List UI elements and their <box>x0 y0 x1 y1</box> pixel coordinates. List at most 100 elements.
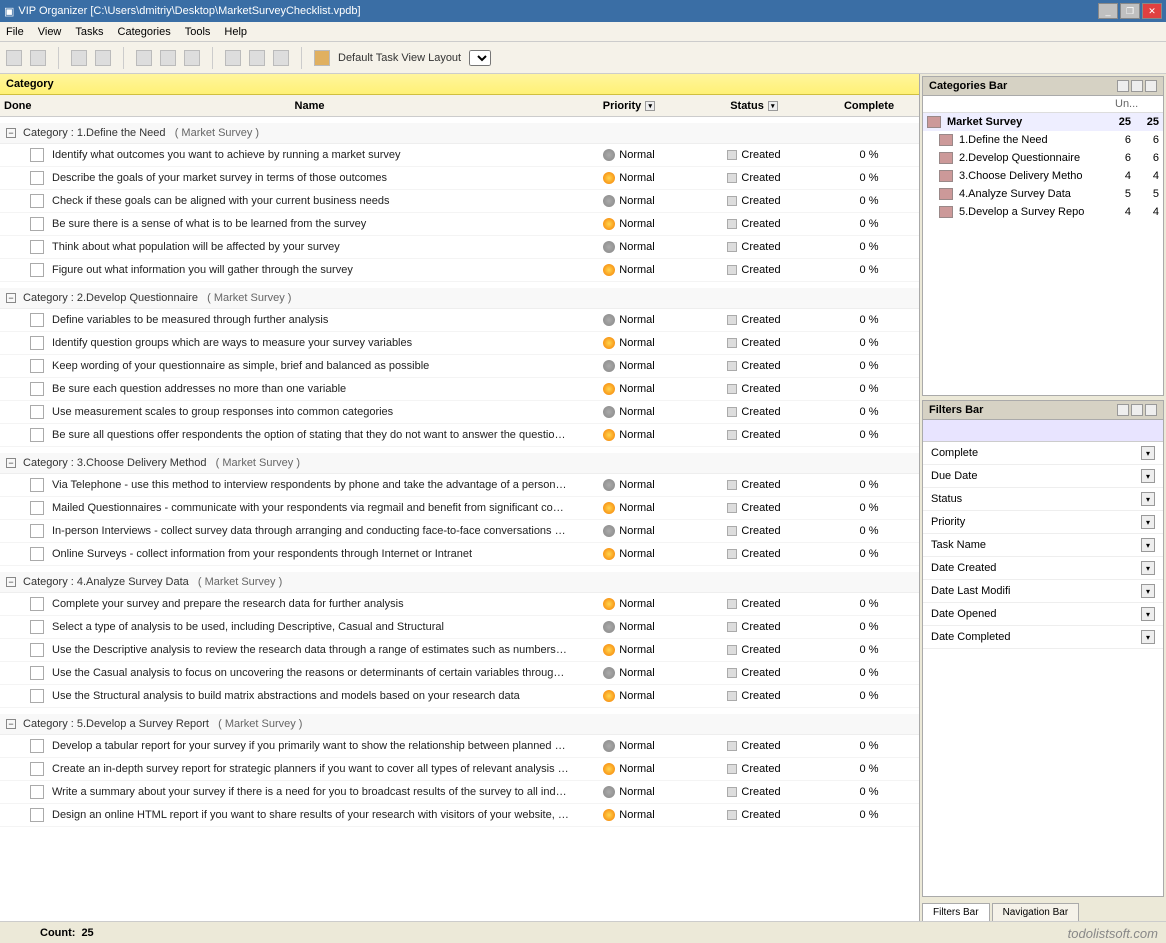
task-row[interactable]: Be sure all questions offer respondents … <box>0 424 919 447</box>
dropdown-icon[interactable]: ▾ <box>1141 469 1155 483</box>
dropdown-icon[interactable]: ▾ <box>1141 492 1155 506</box>
toolbar-icon[interactable] <box>160 50 176 66</box>
checkbox[interactable] <box>30 148 44 162</box>
task-row[interactable]: Via Telephone - use this method to inter… <box>0 474 919 497</box>
task-row[interactable]: Check if these goals can be aligned with… <box>0 190 919 213</box>
checkbox[interactable] <box>30 382 44 396</box>
toolbar-icon[interactable] <box>184 50 200 66</box>
panel-icon[interactable] <box>1131 80 1143 92</box>
filter-field[interactable]: Date Last Modifi▾ <box>923 580 1163 603</box>
checkbox[interactable] <box>30 336 44 350</box>
filter-icon[interactable]: ▾ <box>768 101 778 111</box>
task-row[interactable]: Create an in-depth survey report for str… <box>0 758 919 781</box>
filter-field[interactable]: Date Completed▾ <box>923 626 1163 649</box>
checkbox[interactable] <box>30 240 44 254</box>
group-header[interactable]: − Category : 1.Define the Need ( Market … <box>0 123 919 144</box>
layout-icon[interactable] <box>314 50 330 66</box>
filter-btn[interactable] <box>961 425 973 437</box>
menu-help[interactable]: Help <box>224 26 247 38</box>
filter-field[interactable]: Priority▾ <box>923 511 1163 534</box>
panel-icon[interactable] <box>1145 404 1157 416</box>
category-item[interactable]: 3.Choose Delivery Metho44 <box>923 167 1163 185</box>
task-row[interactable]: Use the Descriptive analysis to review t… <box>0 639 919 662</box>
toolbar-icon[interactable] <box>6 50 22 66</box>
checkbox[interactable] <box>30 263 44 277</box>
checkbox[interactable] <box>30 643 44 657</box>
group-header[interactable]: − Category : 4.Analyze Survey Data ( Mar… <box>0 572 919 593</box>
toolbar-icon[interactable] <box>136 50 152 66</box>
group-header[interactable]: − Category : 3.Choose Delivery Method ( … <box>0 453 919 474</box>
task-row[interactable]: Think about what population will be affe… <box>0 236 919 259</box>
task-row[interactable]: Use the Structural analysis to build mat… <box>0 685 919 708</box>
task-row[interactable]: Develop a tabular report for your survey… <box>0 735 919 758</box>
filter-btn[interactable] <box>945 425 957 437</box>
task-row[interactable]: Figure out what information you will gat… <box>0 259 919 282</box>
expand-icon[interactable]: − <box>6 458 16 468</box>
task-row[interactable]: Identify what outcomes you want to achie… <box>0 144 919 167</box>
category-item[interactable]: 2.Develop Questionnaire66 <box>923 149 1163 167</box>
checkbox[interactable] <box>30 171 44 185</box>
col-priority[interactable]: Priority <box>603 100 642 112</box>
task-row[interactable]: Be sure there is a sense of what is to b… <box>0 213 919 236</box>
expand-icon[interactable]: − <box>6 293 16 303</box>
filter-btn[interactable] <box>929 425 941 437</box>
tab-navigation[interactable]: Navigation Bar <box>992 903 1080 921</box>
dropdown-icon[interactable]: ▾ <box>1141 630 1155 644</box>
restore-button[interactable]: ❐ <box>1120 3 1140 19</box>
menu-tools[interactable]: Tools <box>185 26 211 38</box>
checkbox[interactable] <box>30 620 44 634</box>
toolbar-icon[interactable] <box>71 50 87 66</box>
task-row[interactable]: Mailed Questionnaires - communicate with… <box>0 497 919 520</box>
dropdown-icon[interactable]: ▾ <box>1141 515 1155 529</box>
task-row[interactable]: Keep wording of your questionnaire as si… <box>0 355 919 378</box>
group-header[interactable]: − Category : 5.Develop a Survey Report (… <box>0 714 919 735</box>
minimize-button[interactable]: _ <box>1098 3 1118 19</box>
checkbox[interactable] <box>30 194 44 208</box>
category-item[interactable]: 5.Develop a Survey Repo44 <box>923 203 1163 221</box>
category-root[interactable]: Market Survey 25 25 <box>923 113 1163 131</box>
checkbox[interactable] <box>30 762 44 776</box>
task-row[interactable]: Use the Casual analysis to focus on unco… <box>0 662 919 685</box>
checkbox[interactable] <box>30 501 44 515</box>
checkbox[interactable] <box>30 547 44 561</box>
dropdown-icon[interactable]: ▾ <box>1141 607 1155 621</box>
checkbox[interactable] <box>30 405 44 419</box>
filter-field[interactable]: Date Created▾ <box>923 557 1163 580</box>
menu-file[interactable]: File <box>6 26 24 38</box>
task-row[interactable]: Design an online HTML report if you want… <box>0 804 919 827</box>
checkbox[interactable] <box>30 478 44 492</box>
checkbox[interactable] <box>30 313 44 327</box>
task-row[interactable]: Use measurement scales to group response… <box>0 401 919 424</box>
dropdown-icon[interactable]: ▾ <box>1141 561 1155 575</box>
task-row[interactable]: Select a type of analysis to be used, in… <box>0 616 919 639</box>
col-complete[interactable]: Complete <box>819 98 919 114</box>
category-item[interactable]: 4.Analyze Survey Data55 <box>923 185 1163 203</box>
panel-icon[interactable] <box>1145 80 1157 92</box>
dropdown-icon[interactable]: ▾ <box>1141 446 1155 460</box>
expand-icon[interactable]: − <box>6 128 16 138</box>
task-row[interactable]: Online Surveys - collect information fro… <box>0 543 919 566</box>
panel-icon[interactable] <box>1117 80 1129 92</box>
task-row[interactable]: Describe the goals of your market survey… <box>0 167 919 190</box>
checkbox[interactable] <box>30 808 44 822</box>
expand-icon[interactable]: − <box>6 719 16 729</box>
task-row[interactable]: Define variables to be measured through … <box>0 309 919 332</box>
toolbar-icon[interactable] <box>30 50 46 66</box>
col-name[interactable]: Name <box>50 98 569 114</box>
toolbar-icon[interactable] <box>273 50 289 66</box>
checkbox[interactable] <box>30 524 44 538</box>
panel-icon[interactable] <box>1117 404 1129 416</box>
task-row[interactable]: Write a summary about your survey if the… <box>0 781 919 804</box>
checkbox[interactable] <box>30 359 44 373</box>
filter-field[interactable]: Task Name▾ <box>923 534 1163 557</box>
panel-icon[interactable] <box>1131 404 1143 416</box>
filter-field[interactable]: Date Opened▾ <box>923 603 1163 626</box>
filter-field[interactable]: Status▾ <box>923 488 1163 511</box>
filter-field[interactable]: Due Date▾ <box>923 465 1163 488</box>
checkbox[interactable] <box>30 785 44 799</box>
toolbar-icon[interactable] <box>95 50 111 66</box>
dropdown-icon[interactable]: ▾ <box>1141 538 1155 552</box>
checkbox[interactable] <box>30 597 44 611</box>
task-row[interactable]: Identify question groups which are ways … <box>0 332 919 355</box>
menu-tasks[interactable]: Tasks <box>75 26 103 38</box>
